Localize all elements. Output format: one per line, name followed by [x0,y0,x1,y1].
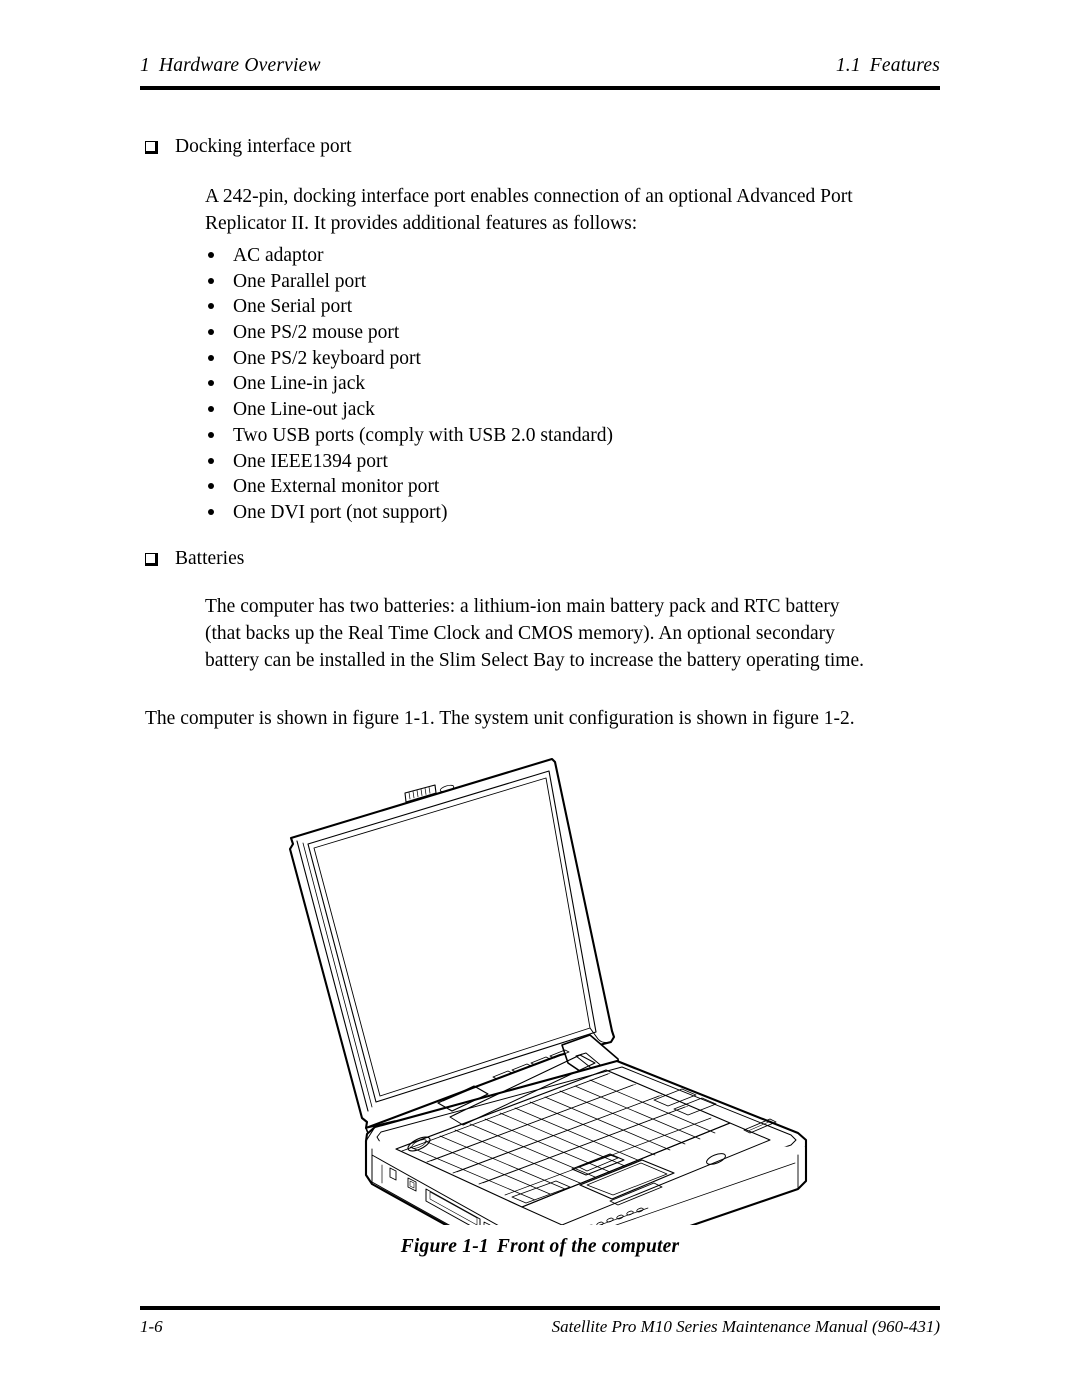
round-bullet-icon [208,508,214,515]
list-item: One DVI port (not support) [208,500,613,526]
round-bullet-icon [208,457,214,464]
list-item: One PS/2 keyboard port [208,346,613,372]
header-section-title: Features [869,55,940,76]
list-item-label: One Line-out jack [233,399,375,421]
header-rule [140,86,940,90]
list-item-label: One PS/2 mouse port [233,322,400,344]
section-heading-docking-interface-port: Docking interface port [145,134,352,160]
header-chapter-number: 1 [140,55,150,76]
batteries-paragraph: The computer has two batteries: a lithiu… [205,593,945,674]
section-heading-batteries: Batteries [145,546,244,572]
list-item-label: One Serial port [233,296,353,318]
round-bullet-icon [208,431,214,438]
figure-number: Figure 1-1 [400,1236,489,1257]
docking-feature-list: AC adaptor One Parallel port One Serial … [208,243,613,526]
list-item-label: One DVI port (not support) [233,501,448,523]
running-footer: 1-6 Satellite Pro M10 Series Maintenance… [140,1317,940,1337]
batteries-paragraph-line-2: (that backs up the Real Time Clock and C… [205,623,835,644]
list-item: One PS/2 mouse port [208,320,613,346]
list-item: One External monitor port [208,474,613,500]
list-item-label: One IEEE1394 port [233,450,388,472]
figure-title: Front of the computer [496,1236,680,1257]
section-heading-label: Docking interface port [175,136,352,157]
page-number: 1-6 [140,1317,163,1336]
list-item: AC adaptor [208,243,613,269]
figure-laptop-illustration [250,745,850,1225]
square-bullet-icon [145,553,158,566]
round-bullet-icon [208,303,214,310]
list-item-label: One Line-in jack [233,373,366,395]
round-bullet-icon [208,252,214,258]
list-item: One Line-out jack [208,397,613,423]
round-bullet-icon [208,329,214,336]
list-item: One Parallel port [208,269,613,295]
round-bullet-icon [208,406,214,413]
list-item: One Serial port [208,294,613,320]
running-header: 1 Hardware Overview 1.1 Features [140,55,940,77]
round-bullet-icon [208,483,214,490]
list-item-label: One External monitor port [233,476,440,498]
header-chapter-title: Hardware Overview [158,55,321,76]
header-section-number: 1.1 [835,55,861,76]
manual-title: Satellite Pro M10 Series Maintenance Man… [551,1317,940,1336]
round-bullet-icon [208,277,214,284]
section-heading-label: Batteries [175,548,245,569]
batteries-paragraph-line-1: The computer has two batteries: a lithiu… [205,596,840,617]
docking-paragraph-line-2: Replicator II. It provides additional fe… [205,213,638,234]
list-item-label: Two USB ports (comply with USB 2.0 stand… [233,424,613,446]
list-item-label: One PS/2 keyboard port [233,347,421,369]
document-page: 1 Hardware Overview 1.1 Features Docking i… [0,0,1080,1397]
footer-rule [140,1306,940,1310]
header-chapter: 1 Hardware Overview [140,55,321,77]
closing-paragraph: The computer is shown in figure 1-1. The… [145,708,855,729]
round-bullet-icon [208,354,214,361]
list-item-label: One Parallel port [233,270,367,292]
docking-paragraph-line-1: A 242-pin, docking interface port enable… [205,186,853,207]
list-item: One IEEE1394 port [208,449,613,475]
square-bullet-icon [145,141,158,154]
header-section: 1.1 Features [836,55,940,77]
list-item-label: AC adaptor [233,245,324,266]
round-bullet-icon [208,380,214,387]
figure-caption: Figure 1-1 Front of the computer [140,1236,940,1258]
list-item: One Line-in jack [208,371,613,397]
list-item: Two USB ports (comply with USB 2.0 stand… [208,423,613,449]
docking-paragraph: A 242-pin, docking interface port enable… [205,183,945,237]
batteries-paragraph-line-3: battery can be installed in the Slim Sel… [205,650,864,671]
